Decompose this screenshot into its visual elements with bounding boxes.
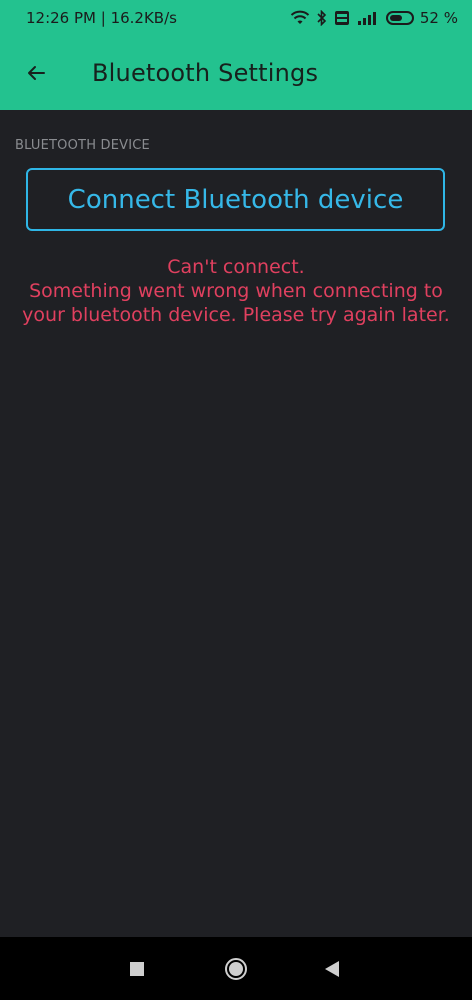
back-triangle-icon [325,960,339,977]
home-circle-icon [225,957,247,980]
status-time-speed: 12:26 PM | 16.2KB/s [26,9,177,27]
back-button[interactable] [0,36,72,110]
section-label: BLUETOOTH DEVICE [15,138,150,153]
wifi-icon [290,10,310,26]
main-content: BLUETOOTH DEVICE Connect Bluetooth devic… [0,110,472,937]
error-message: Something went wrong when connecting to … [22,280,450,326]
nav-back-button[interactable] [302,937,362,1000]
bluetooth-icon [316,10,328,26]
battery-icon: 52 % [385,9,458,27]
recents-button[interactable] [107,937,167,1000]
error-title: Can't connect. [167,256,305,278]
system-nav-bar [0,937,472,1000]
app-bar: Bluetooth Settings [0,36,472,110]
recents-square-icon [130,961,144,976]
status-bar: 12:26 PM | 16.2KB/s 52 % [0,0,472,36]
battery-percent: 52 % [419,9,458,27]
connect-bluetooth-button[interactable]: Connect Bluetooth device [26,168,445,231]
home-button[interactable] [206,937,266,1000]
arrow-left-icon [28,66,45,80]
volte-icon [334,10,350,26]
error-message-block: Can't connect. Something went wrong when… [20,255,452,327]
status-right: 52 % [290,9,458,27]
signal-icon [356,10,380,26]
page-title: Bluetooth Settings [92,59,319,87]
status-left: 12:26 PM | 16.2KB/s [26,9,177,27]
